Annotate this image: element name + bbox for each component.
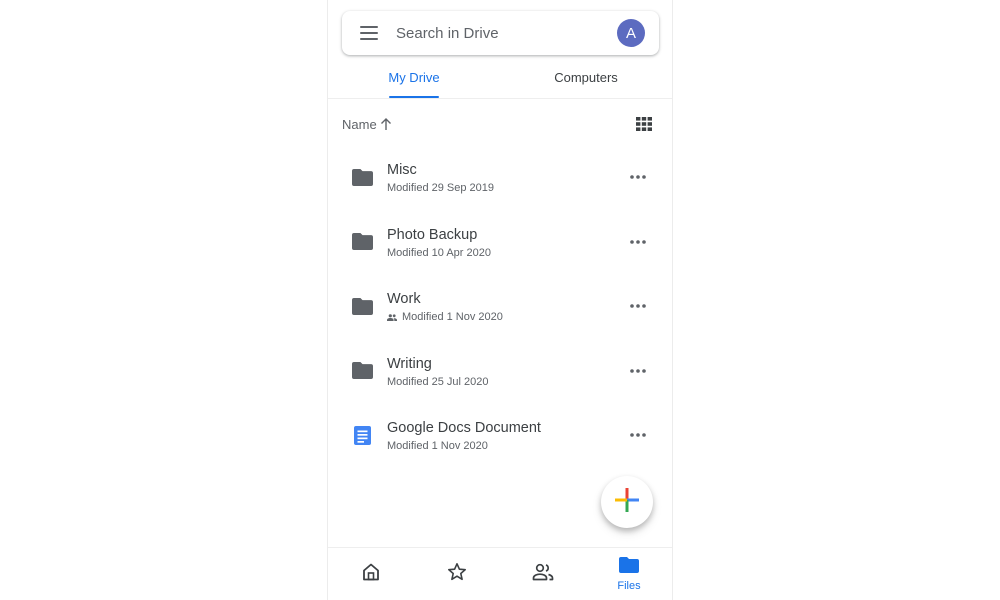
new-button[interactable] bbox=[601, 476, 653, 528]
grid-view-icon[interactable] bbox=[636, 117, 652, 131]
more-options-icon[interactable] bbox=[616, 419, 660, 451]
plus-icon bbox=[615, 487, 639, 517]
tab-computers[interactable]: Computers bbox=[500, 62, 672, 98]
sort-row: Name bbox=[342, 113, 652, 135]
shared-people-icon bbox=[387, 313, 397, 321]
file-modified: Modified 1 Nov 2020 bbox=[402, 311, 503, 324]
active-tab-indicator bbox=[389, 96, 439, 98]
more-options-icon[interactable] bbox=[616, 226, 660, 258]
file-modified: Modified 25 Jul 2020 bbox=[387, 375, 489, 388]
file-name: Work bbox=[387, 291, 421, 308]
nav-files[interactable]: Files bbox=[586, 548, 672, 600]
file-name: Writing bbox=[387, 355, 432, 372]
nav-shared[interactable] bbox=[500, 548, 586, 600]
tab-my-drive[interactable]: My Drive bbox=[328, 62, 500, 98]
drive-app: A My Drive Computers Name bbox=[327, 0, 673, 600]
bottom-navigation: Files bbox=[328, 547, 672, 600]
nav-files-label: Files bbox=[617, 579, 641, 592]
file-name: Misc bbox=[387, 162, 417, 179]
folder-icon bbox=[328, 233, 386, 251]
file-row[interactable]: Misc Modified 29 Sep 2019 bbox=[328, 145, 672, 210]
home-icon bbox=[361, 562, 381, 587]
sort-by-name-button[interactable]: Name bbox=[342, 117, 392, 132]
avatar[interactable]: A bbox=[617, 19, 645, 47]
more-options-icon[interactable] bbox=[616, 355, 660, 387]
file-row[interactable]: Work Modified 1 Nov 2020 bbox=[328, 274, 672, 339]
tab-bar: My Drive Computers bbox=[328, 62, 672, 99]
tab-label: My Drive bbox=[388, 70, 440, 85]
folder-icon bbox=[328, 362, 386, 380]
shared-people-icon bbox=[532, 563, 554, 586]
google-docs-icon bbox=[328, 425, 386, 445]
file-modified: Modified 10 Apr 2020 bbox=[387, 246, 491, 259]
file-modified: Modified 1 Nov 2020 bbox=[387, 440, 488, 453]
files-folder-icon bbox=[619, 556, 639, 578]
file-row[interactable]: Google Docs Document Modified 1 Nov 2020 bbox=[328, 403, 672, 468]
file-name: Photo Backup bbox=[387, 226, 478, 243]
nav-starred[interactable] bbox=[414, 548, 500, 600]
search-bar[interactable]: A bbox=[342, 11, 659, 55]
search-input[interactable] bbox=[396, 24, 617, 42]
more-options-icon[interactable] bbox=[616, 161, 660, 193]
file-list: Misc Modified 29 Sep 2019 Photo Backup M… bbox=[328, 145, 672, 468]
arrow-up-icon bbox=[380, 117, 392, 131]
tab-label: Computers bbox=[554, 70, 618, 85]
menu-icon[interactable] bbox=[360, 26, 378, 40]
sort-label: Name bbox=[342, 116, 377, 132]
folder-icon bbox=[328, 297, 386, 315]
star-icon bbox=[447, 562, 467, 587]
file-row[interactable]: Photo Backup Modified 10 Apr 2020 bbox=[328, 210, 672, 275]
file-modified: Modified 29 Sep 2019 bbox=[387, 182, 495, 195]
file-name: Google Docs Document bbox=[387, 420, 541, 437]
more-options-icon[interactable] bbox=[616, 290, 660, 322]
file-row[interactable]: Writing Modified 25 Jul 2020 bbox=[328, 339, 672, 404]
nav-home[interactable] bbox=[328, 548, 414, 600]
folder-icon bbox=[328, 168, 386, 186]
